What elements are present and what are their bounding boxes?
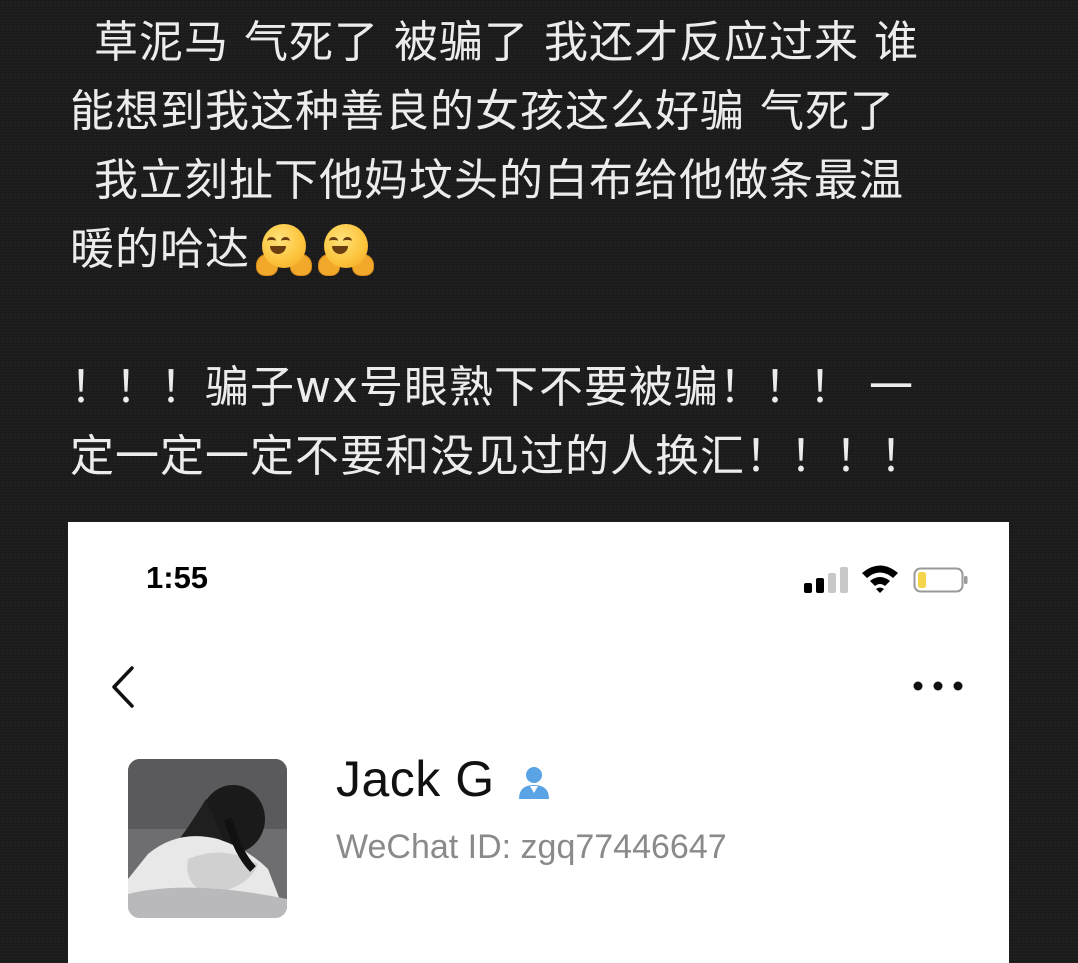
post-line: 草泥马 气死了 被骗了 我还才反应过来 谁: [94, 17, 919, 68]
post-line: 能想到我这种善良的女孩这么好骗 气死了: [70, 86, 895, 137]
more-dots-icon[interactable]: [910, 676, 966, 696]
avatar-photo: [128, 759, 287, 918]
post-line: ！！！骗子wx号眼熟下不要被骗！！！ 一: [70, 362, 915, 413]
post-line: 我立刻扯下他妈坟头的白布给他做条最温: [94, 155, 904, 206]
signal-icon: [804, 567, 850, 593]
post-line: 定一定一定不要和没见过的人换汇！！！！: [70, 431, 925, 482]
battery-icon: [913, 567, 968, 593]
embedded-wechat-profile-screenshot: 1:55 Jack G WeChat ID: zgq77446647: [68, 522, 1009, 963]
wifi-icon: [862, 565, 898, 593]
contact-name: Jack G: [336, 751, 495, 807]
hugging-face-emoji: [318, 222, 374, 278]
post-line-text: 暖的哈达: [70, 224, 250, 275]
name-row: Jack G: [336, 750, 553, 808]
hugging-face-emoji: [256, 222, 312, 278]
avatar[interactable]: [128, 759, 287, 918]
status-time: 1:55: [146, 560, 209, 595]
wechat-id: WeChat ID: zgq77446647: [336, 828, 727, 866]
chevron-left-icon[interactable]: [104, 662, 144, 712]
post-text: 草泥马 气死了 被骗了 我还才反应过来 谁 能想到我这种善良的女孩这么好骗 气死…: [70, 8, 1020, 491]
male-gender-icon: [518, 767, 549, 799]
post-line-with-emoji: 暖的哈达: [70, 215, 1020, 284]
